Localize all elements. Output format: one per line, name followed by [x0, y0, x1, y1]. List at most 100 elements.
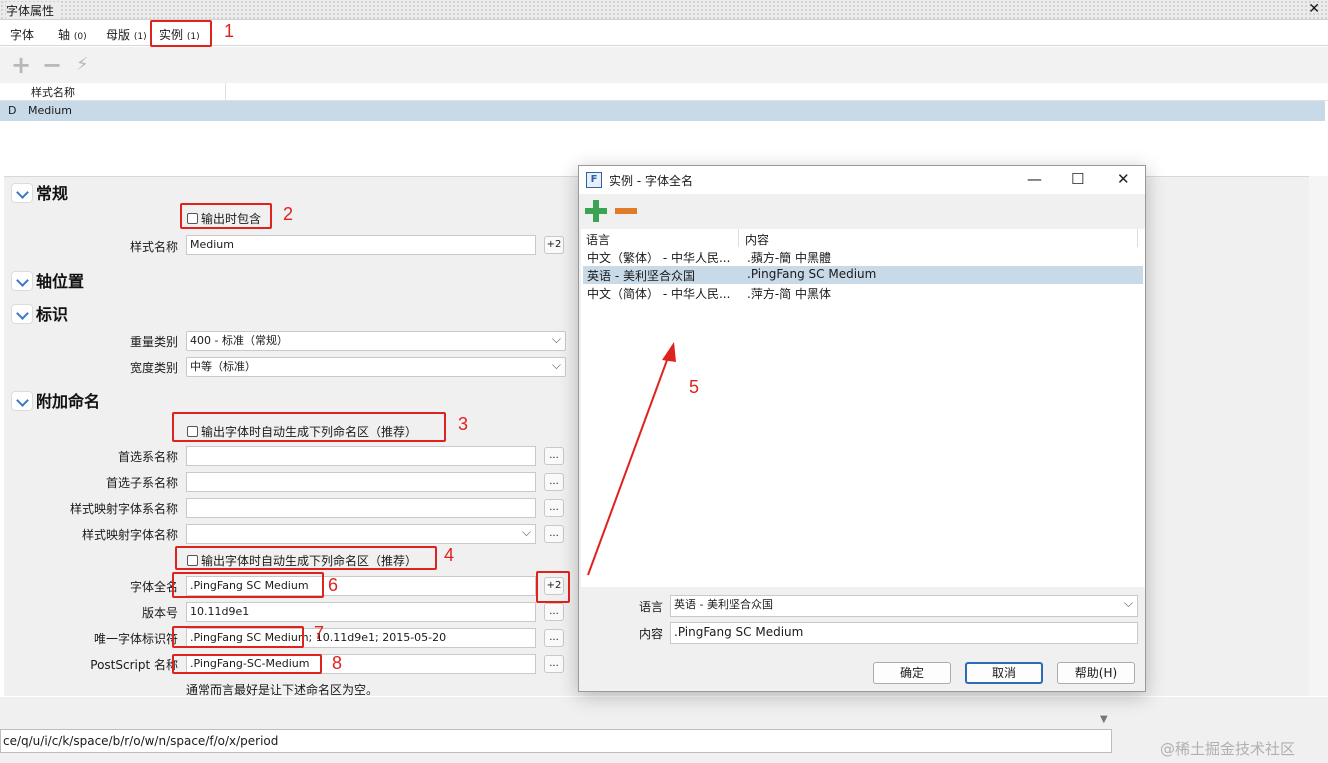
instance-toolbar: + − ⚡ — [0, 47, 1328, 83]
list-item[interactable]: 英语 - 美利坚合众国 .PingFang SC Medium — [583, 266, 1143, 284]
preferred-family-label: 首选系名称 — [117, 450, 178, 464]
minus-icon[interactable]: − — [42, 53, 62, 77]
app-icon: F — [586, 172, 602, 188]
section-identity: 标识 — [36, 305, 69, 324]
stylemap-style-select[interactable] — [186, 524, 536, 544]
list-item[interactable]: 中文（简体） - 中华人民... .萍方-简 中黑体 — [583, 284, 1143, 302]
annotation-box — [172, 572, 324, 598]
annotation-number: 3 — [458, 414, 469, 434]
annotation-box — [172, 654, 322, 674]
annotation-number: 2 — [283, 204, 294, 224]
tab-label: 轴 — [58, 28, 71, 42]
ok-button[interactable]: 确定 — [873, 662, 951, 684]
minus-icon[interactable] — [615, 208, 637, 214]
dialog-toolbar — [579, 194, 1145, 226]
content-label: 内容 — [638, 627, 663, 641]
tab-label: 字体 — [10, 28, 35, 42]
annotation-box — [172, 412, 446, 442]
language-label: 语言 — [638, 600, 663, 614]
width-class-select[interactable]: 中等（标准） — [186, 357, 566, 377]
preferred-subfamily-label: 首选子系名称 — [105, 476, 178, 490]
annotation-box — [150, 20, 212, 47]
column-divider — [738, 229, 739, 247]
annotation-arrow — [587, 342, 676, 576]
annotation-number: 7 — [314, 623, 325, 643]
preferred-family-field[interactable] — [186, 446, 536, 466]
tab-masters[interactable]: 母版 (1) — [100, 24, 153, 46]
ellipsis-button[interactable]: ... — [544, 473, 564, 491]
chevron-down-icon[interactable] — [11, 271, 33, 291]
column-divider — [1137, 229, 1138, 247]
row-content: .萍方-简 中黑体 — [747, 287, 831, 301]
weight-class-value: 400 - 标准（常规） — [190, 334, 288, 347]
tab-count: (1) — [133, 32, 147, 42]
row-language: 中文（简体） - 中华人民... — [587, 287, 731, 301]
ellipsis-button[interactable]: ... — [544, 603, 564, 621]
naming-note: 通常而言最好是让下述命名区为空。 — [186, 683, 379, 697]
scrollbar[interactable] — [1309, 176, 1328, 696]
cancel-button[interactable]: 取消 — [965, 662, 1043, 684]
width-class-value: 中等（标准） — [190, 360, 256, 373]
full-name-label: 字体全名 — [129, 580, 178, 594]
ellipsis-button[interactable]: ... — [544, 447, 564, 465]
minimize-icon[interactable]: — — [1027, 170, 1042, 188]
chevron-down-icon[interactable] — [11, 304, 33, 324]
tab-axes[interactable]: 轴 (0) — [52, 24, 93, 46]
content-field[interactable]: .PingFang SC Medium — [670, 622, 1138, 644]
version-field[interactable]: 10.11d9e1 — [186, 602, 536, 622]
annotation-box — [536, 571, 570, 603]
tab-label: 母版 — [106, 28, 131, 42]
window-title: 字体属性 — [6, 2, 61, 19]
chevron-down-icon[interactable] — [11, 183, 33, 203]
tab-font[interactable]: 字体 — [4, 24, 40, 46]
lightning-icon[interactable]: ⚡ — [76, 55, 89, 75]
annotation-number: 8 — [332, 653, 343, 673]
ellipsis-button[interactable]: ... — [544, 499, 564, 517]
ellipsis-button[interactable]: ... — [544, 525, 564, 543]
ellipsis-button[interactable]: ... — [544, 655, 564, 673]
style-name-field[interactable]: Medium — [186, 235, 536, 255]
column-content[interactable]: 内容 — [745, 231, 769, 248]
localize-plus-button[interactable]: +2 — [544, 236, 564, 254]
instance-row[interactable]: D Medium — [0, 101, 1325, 121]
maximize-icon[interactable]: ☐ — [1071, 170, 1084, 188]
weight-class-select[interactable]: 400 - 标准（常规） — [186, 331, 566, 351]
stylemap-family-field[interactable] — [186, 498, 536, 518]
chevron-down-icon[interactable] — [11, 391, 33, 411]
chevron-down-icon[interactable]: ▼ — [1100, 714, 1108, 725]
width-class-label: 宽度类别 — [129, 361, 178, 375]
stylemap-family-label: 样式映射字体系名称 — [69, 502, 178, 516]
annotation-number: 6 — [328, 575, 339, 595]
plus-icon[interactable]: + — [11, 53, 31, 77]
stylemap-style-label: 样式映射字体名称 — [81, 528, 178, 542]
close-icon[interactable]: ✕ — [1308, 1, 1320, 17]
help-button[interactable]: 帮助(H) — [1057, 662, 1135, 684]
column-style-name[interactable]: 样式名称 — [31, 84, 75, 100]
tab-count: (0) — [73, 32, 87, 42]
style-name-label: 样式名称 — [129, 240, 178, 254]
annotation-number: 5 — [689, 377, 700, 397]
watermark: @稀土掘金技术社区 — [1160, 740, 1296, 758]
row-language: 英语 - 美利坚合众国 — [587, 269, 695, 283]
column-divider — [225, 83, 226, 101]
close-icon[interactable]: ✕ — [1117, 170, 1130, 188]
annotation-box — [180, 203, 272, 229]
row-language: 中文（繁体） - 中华人民... — [587, 251, 731, 265]
default-marker: D — [8, 104, 17, 117]
language-select[interactable]: 英语 - 美利坚合众国 — [670, 595, 1138, 617]
column-language[interactable]: 语言 — [586, 231, 610, 248]
language-value: 英语 - 美利坚合众国 — [674, 598, 773, 611]
list-item[interactable]: 中文（繁体） - 中华人民... .蘋方-簡 中黑體 — [583, 248, 1143, 266]
annotation-number: 1 — [224, 21, 235, 41]
unique-id-label: 唯一字体标识符 — [93, 632, 178, 646]
weight-class-label: 重量类别 — [129, 335, 178, 349]
plus-icon[interactable] — [585, 200, 607, 222]
dialog-title: 实例 - 字体全名 — [609, 174, 693, 188]
preferred-subfamily-field[interactable] — [186, 472, 536, 492]
row-content: .PingFang SC Medium — [747, 267, 877, 281]
ellipsis-button[interactable]: ... — [544, 629, 564, 647]
instance-list-header: 样式名称 — [0, 83, 1328, 101]
annotation-box — [172, 626, 304, 648]
window-titlebar: 字体属性 ✕ — [0, 0, 1328, 20]
command-line-input[interactable]: ce/q/u/i/c/k/space/b/r/o/w/n/space/f/o/x… — [0, 729, 1112, 753]
